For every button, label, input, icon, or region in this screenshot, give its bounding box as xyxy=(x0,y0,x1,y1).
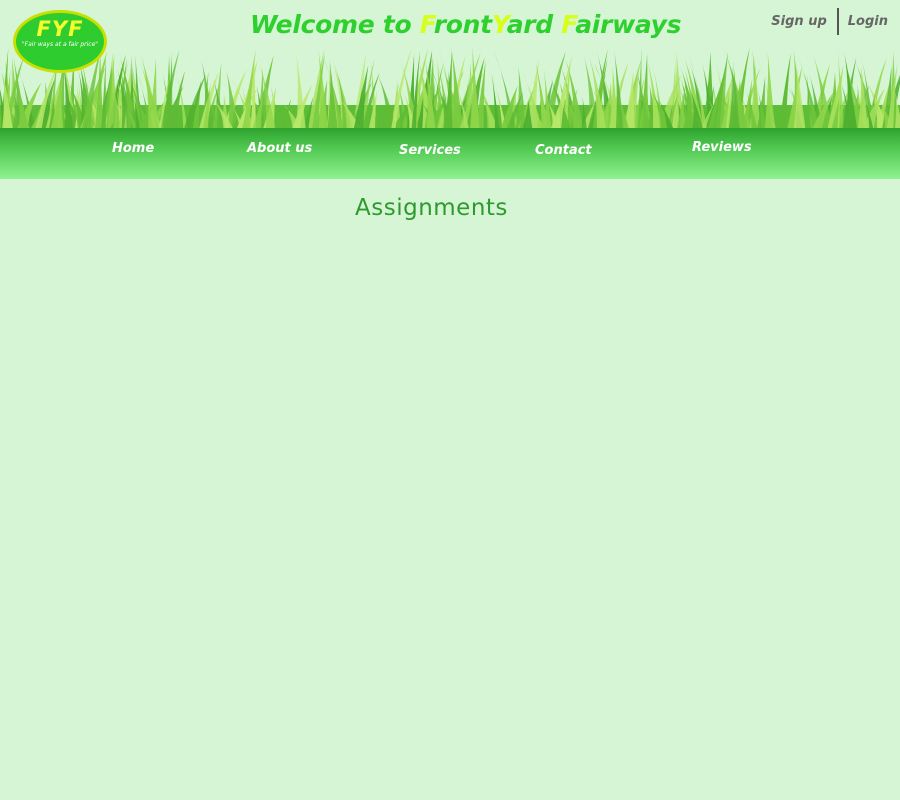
signup-link[interactable]: Sign up xyxy=(771,14,826,29)
login-link[interactable]: Login xyxy=(848,14,888,29)
nav-item-services[interactable]: Services xyxy=(399,143,461,158)
site-logo[interactable]: FYF "Fair ways at a fair price" xyxy=(13,10,107,73)
grass-blade xyxy=(296,51,306,130)
grass-blade xyxy=(764,52,776,130)
nav-item-about-us[interactable]: About us xyxy=(247,141,312,156)
welcome-word-rest: ront xyxy=(433,10,492,39)
welcome-heading: Welcome to FrontYard Fairways xyxy=(250,8,682,42)
nav-item-reviews[interactable]: Reviews xyxy=(692,140,752,155)
site-header: FYF "Fair ways at a fair price" Welcome … xyxy=(0,0,900,131)
welcome-initial: Y xyxy=(491,10,507,39)
main-nav: Home About us Services Contact Reviews xyxy=(0,128,900,179)
page-title: Assignments xyxy=(355,195,508,221)
welcome-prefix: Welcome to xyxy=(250,10,420,39)
auth-links: Sign up Login xyxy=(771,8,888,35)
welcome-word-rest: airways xyxy=(575,10,682,39)
welcome-initial: F xyxy=(561,10,576,39)
nav-item-home[interactable]: Home xyxy=(112,141,154,156)
logo-slogan: "Fair ways at a fair price" xyxy=(21,41,99,48)
welcome-word-rest: ard xyxy=(506,10,562,39)
nav-item-contact[interactable]: Contact xyxy=(535,143,592,158)
auth-divider xyxy=(836,8,839,35)
welcome-initial: F xyxy=(419,10,434,39)
logo-text: FYF xyxy=(36,17,84,41)
